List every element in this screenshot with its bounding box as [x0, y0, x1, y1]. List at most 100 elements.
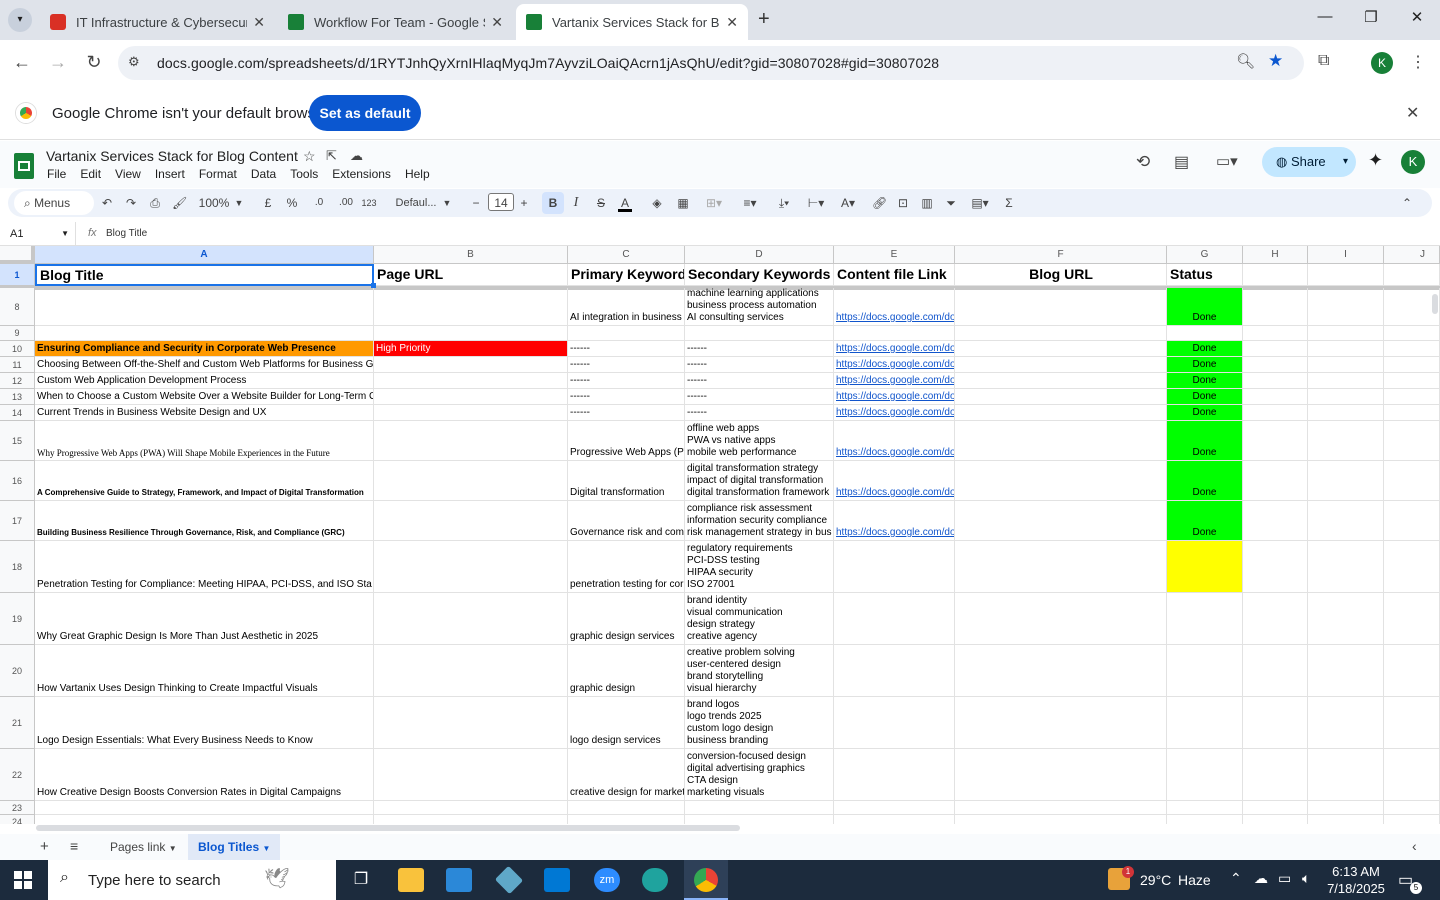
cell-d[interactable] — [685, 815, 834, 824]
row-header[interactable]: 13 — [0, 389, 35, 405]
cell-c[interactable]: graphic design services — [568, 593, 685, 645]
cell-c[interactable]: ------ — [568, 389, 685, 405]
row-header[interactable]: 14 — [0, 405, 35, 421]
vertical-align-icon[interactable]: ⤓▾ — [772, 194, 796, 212]
status-cell-done[interactable]: Done — [1167, 357, 1243, 373]
cell-i[interactable] — [1308, 645, 1384, 697]
menu-data[interactable]: Data — [251, 167, 276, 183]
zoom-select[interactable]: 100% — [198, 194, 230, 212]
status-cell-done[interactable]: Done — [1167, 389, 1243, 405]
cell-h[interactable] — [1243, 421, 1308, 461]
cell-h[interactable] — [1243, 815, 1308, 824]
status-cell-pending[interactable] — [1167, 541, 1243, 593]
cell-f[interactable] — [955, 421, 1167, 461]
cell-f[interactable] — [955, 389, 1167, 405]
cell-a[interactable]: Current Trends in Business Website Desig… — [35, 405, 374, 421]
strikethrough-icon[interactable]: S — [594, 194, 608, 212]
cell-c[interactable] — [568, 326, 685, 341]
cell-d[interactable]: ------ — [685, 357, 834, 373]
cell-e[interactable] — [834, 645, 955, 697]
cell-d[interactable]: machine learning applications business p… — [685, 288, 834, 326]
cell-a[interactable]: Custom Web Application Development Proce… — [35, 373, 374, 389]
comments-icon[interactable]: ▤ — [1174, 152, 1189, 172]
cell-g[interactable] — [1167, 697, 1243, 749]
cell-f[interactable] — [955, 541, 1167, 593]
formula-input[interactable]: Blog Title — [106, 228, 147, 239]
cell-a[interactable]: How Creative Design Boosts Conversion Ra… — [35, 749, 374, 801]
cell-f[interactable] — [955, 593, 1167, 645]
site-info-icon[interactable]: ⚙ — [128, 54, 140, 70]
row-header[interactable]: 10 — [0, 341, 35, 357]
row-header[interactable]: 21 — [0, 697, 35, 749]
cell-f[interactable] — [955, 501, 1167, 541]
row-header[interactable]: 11 — [0, 357, 35, 373]
browser-tab-1[interactable]: IT Infrastructure & Cybersecurit ✕ — [40, 4, 275, 40]
row-header[interactable]: 17 — [0, 501, 35, 541]
row-header[interactable]: 15 — [0, 421, 35, 461]
cell-j[interactable] — [1384, 645, 1440, 697]
paint-format-icon[interactable]: 🖌︎ — [172, 194, 187, 212]
cell-d[interactable]: regulatory requirements PCI-DSS testing … — [685, 541, 834, 593]
cell-h[interactable] — [1243, 288, 1308, 326]
cell-j[interactable] — [1384, 326, 1440, 341]
cell-e[interactable] — [834, 801, 955, 815]
cell-d[interactable] — [685, 801, 834, 815]
browser-menu-icon[interactable]: ⋮ — [1410, 52, 1426, 72]
chrome-taskbar-item[interactable] — [684, 860, 728, 900]
cell-d[interactable]: ------ — [685, 341, 834, 357]
cell-h[interactable] — [1243, 357, 1308, 373]
sheet-tab-pages-link[interactable]: Pages link ▼ — [100, 836, 187, 858]
name-box[interactable]: A1 ▼ — [0, 222, 76, 246]
row-header[interactable]: 19 — [0, 593, 35, 645]
star-icon[interactable]: ☆ — [303, 148, 316, 165]
cell-a[interactable]: Ensuring Compliance and Security in Corp… — [35, 341, 374, 357]
cell-d[interactable]: brand identity visual communication desi… — [685, 593, 834, 645]
onedrive-icon[interactable]: ☁ — [1254, 870, 1268, 887]
column-header-f[interactable]: F — [955, 246, 1167, 264]
close-tab-icon[interactable]: ✕ — [726, 14, 738, 31]
weather-temp[interactable]: 29°C — [1140, 872, 1171, 888]
header-cell-empty[interactable] — [1308, 264, 1384, 286]
cell-b[interactable] — [374, 593, 568, 645]
cell-j[interactable] — [1384, 421, 1440, 461]
row-header[interactable]: 18 — [0, 541, 35, 593]
cell-d[interactable]: digital transformation strategy impact o… — [685, 461, 834, 501]
cell-e[interactable] — [834, 697, 955, 749]
cell-i[interactable] — [1308, 288, 1384, 326]
vertical-scroll-thumb[interactable] — [1432, 294, 1438, 314]
select-all-corner[interactable] — [0, 246, 35, 264]
insert-chart-icon[interactable]: ▥ — [920, 194, 934, 212]
cell-d[interactable]: conversion-focused design digital advert… — [685, 749, 834, 801]
document-title[interactable]: Vartanix Services Stack for Blog Content — [46, 148, 298, 164]
minimize-icon[interactable]: — — [1310, 8, 1340, 32]
currency-format[interactable]: £ — [262, 194, 274, 212]
meet-icon[interactable]: ▭▾ — [1216, 152, 1238, 170]
status-cell-done[interactable]: Done — [1167, 405, 1243, 421]
zoom-chevron-icon[interactable]: ▼ — [234, 194, 244, 212]
cell-g[interactable] — [1167, 326, 1243, 341]
cell-i[interactable] — [1308, 341, 1384, 357]
cell-h[interactable] — [1243, 501, 1308, 541]
zoom-app-icon[interactable]: zm — [594, 868, 620, 892]
menu-file[interactable]: File — [47, 167, 66, 183]
cloud-status-icon[interactable]: ☁ — [350, 148, 363, 164]
cell-f[interactable] — [955, 341, 1167, 357]
cell-i[interactable] — [1308, 389, 1384, 405]
cell-b[interactable] — [374, 501, 568, 541]
menu-insert[interactable]: Insert — [155, 167, 185, 183]
cell-b[interactable] — [374, 801, 568, 815]
cell-f[interactable] — [955, 697, 1167, 749]
cell-b[interactable] — [374, 373, 568, 389]
cell-a[interactable] — [35, 326, 374, 341]
cell-b[interactable] — [374, 326, 568, 341]
cell-h[interactable] — [1243, 341, 1308, 357]
menu-extensions[interactable]: Extensions — [332, 167, 391, 183]
task-view-icon[interactable]: ❐ — [348, 868, 374, 892]
row-header[interactable]: 24 — [0, 815, 35, 824]
cell-b[interactable] — [374, 645, 568, 697]
chevron-down-icon[interactable]: ▼ — [169, 844, 177, 853]
cell-c[interactable]: graphic design — [568, 645, 685, 697]
reload-icon[interactable]: ↻ — [82, 52, 106, 73]
cell-i[interactable] — [1308, 815, 1384, 824]
cell-e[interactable] — [834, 326, 955, 341]
